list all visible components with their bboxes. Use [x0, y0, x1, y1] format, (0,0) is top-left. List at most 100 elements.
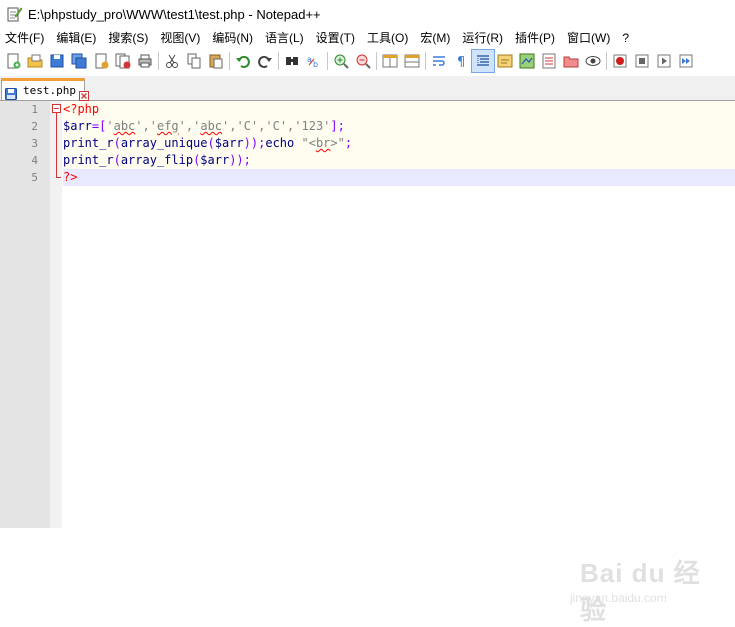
- toolbar-separator: [229, 52, 230, 70]
- line-number: 5: [31, 171, 38, 184]
- record-macro-icon[interactable]: [609, 50, 631, 72]
- line-number: 1: [31, 103, 38, 116]
- notepad-app-icon: [6, 6, 23, 22]
- show-all-chars-icon[interactable]: ¶: [450, 50, 472, 72]
- toolbar: a b ¶: [0, 48, 735, 74]
- code-token: ','C','C','123': [222, 119, 331, 133]
- undo-icon[interactable]: [232, 50, 254, 72]
- monitoring-icon[interactable]: [582, 50, 604, 72]
- code-token: ;: [344, 136, 353, 150]
- code-token: ': [106, 119, 114, 133]
- menu-item[interactable]: 视图(V): [155, 28, 207, 48]
- menu-item[interactable]: ?: [617, 28, 636, 48]
- code-token: abc: [113, 119, 136, 133]
- word-wrap-icon[interactable]: [428, 50, 450, 72]
- close-icon[interactable]: [90, 50, 112, 72]
- code-token: (: [207, 136, 215, 150]
- open-file-icon[interactable]: [24, 50, 46, 72]
- zoom-in-icon[interactable]: [330, 50, 352, 72]
- code-token: <?php: [63, 102, 100, 116]
- menu-item[interactable]: 运行(R): [457, 28, 510, 48]
- code-line[interactable]: $arr=['abc','efg','abc','C','C','123'];: [63, 118, 735, 135]
- code-token: efg: [156, 119, 179, 133]
- redo-icon[interactable]: [254, 50, 276, 72]
- menu-item[interactable]: 编码(N): [207, 28, 260, 48]
- watermark-main-text: Bai du 经验: [580, 558, 701, 625]
- sync-vertical-icon[interactable]: [379, 50, 401, 72]
- menu-item[interactable]: 宏(M): [415, 28, 457, 48]
- code-token: $arr: [200, 153, 230, 167]
- code-token: print_r: [63, 153, 114, 167]
- play-macro-icon[interactable]: [653, 50, 675, 72]
- code-token: ));: [229, 153, 251, 167]
- tab-close-icon[interactable]: [78, 86, 89, 101]
- menu-item[interactable]: 窗口(W): [562, 28, 617, 48]
- watermark-sub-text: jingyan.baidu.com: [570, 591, 667, 605]
- cut-icon[interactable]: [161, 50, 183, 72]
- svg-text:¶: ¶: [457, 55, 465, 70]
- menu-item[interactable]: 插件(P): [510, 28, 562, 48]
- code-token: $arr: [63, 119, 92, 133]
- fold-line: [56, 113, 57, 177]
- menu-item[interactable]: 搜索(S): [103, 28, 155, 48]
- line-number: 4: [31, 154, 38, 167]
- tab-bar: test.php: [0, 76, 735, 101]
- document-map-icon[interactable]: [516, 50, 538, 72]
- menu-item[interactable]: 设置(T): [311, 28, 362, 48]
- editor-area[interactable]: 12345 <?php $arr=['abc','efg','abc','C','…: [0, 101, 735, 625]
- folder-workspace-icon[interactable]: [560, 50, 582, 72]
- code-token: ',': [178, 119, 201, 133]
- run-macro-multiple-icon[interactable]: [675, 50, 697, 72]
- menu-item[interactable]: 语言(L): [260, 28, 311, 48]
- close-all-icon[interactable]: [112, 50, 134, 72]
- toolbar-separator: [376, 52, 377, 70]
- find-icon[interactable]: [281, 50, 303, 72]
- save-all-icon[interactable]: [68, 50, 90, 72]
- save-icon[interactable]: [46, 50, 68, 72]
- line-number: 3: [31, 137, 38, 150]
- menu-item[interactable]: 编辑(E): [51, 28, 103, 48]
- code-token: array_flip: [120, 153, 194, 167]
- toolbar-separator: [327, 52, 328, 70]
- baidu-watermark: Bai du 经验 jingyan.baidu.com: [560, 551, 720, 625]
- toolbar-separator: [158, 52, 159, 70]
- menu-item[interactable]: 文件(F): [0, 28, 51, 48]
- code-token: abc: [200, 119, 223, 133]
- code-token: ));: [243, 136, 266, 150]
- code-token: "<: [294, 136, 316, 150]
- zoom-out-icon[interactable]: [352, 50, 374, 72]
- line-number-gutter: 1 2 3 4 5: [0, 101, 50, 528]
- fold-toggle-icon[interactable]: [52, 104, 61, 113]
- menu-item[interactable]: 工具(O): [362, 28, 415, 48]
- code-token: array_unique: [120, 136, 208, 150]
- code-token: >": [330, 136, 345, 150]
- tab-label: test.php: [23, 84, 76, 97]
- code-token: ',': [135, 119, 157, 133]
- user-language-icon[interactable]: [494, 50, 516, 72]
- title-bar: E:\phpstudy_pro\WWW\test1\test.php - Not…: [0, 0, 735, 28]
- line-number: 2: [31, 120, 38, 133]
- code-line[interactable]: print_r(array_flip($arr));: [63, 152, 735, 169]
- stop-record-icon[interactable]: [631, 50, 653, 72]
- code-token: print_r: [63, 136, 114, 150]
- svg-text:b: b: [313, 60, 318, 69]
- code-line[interactable]: print_r(array_unique($arr));echo "<br>";: [63, 135, 735, 152]
- code-token: (: [113, 136, 121, 150]
- code-token: ];: [330, 119, 345, 133]
- print-icon[interactable]: [134, 50, 156, 72]
- code-token: $arr: [214, 136, 244, 150]
- code-token: (: [113, 153, 121, 167]
- code-token: br: [315, 136, 331, 150]
- copy-icon[interactable]: [183, 50, 205, 72]
- replace-icon[interactable]: ab: [303, 50, 325, 72]
- paste-icon[interactable]: [205, 50, 227, 72]
- function-list-icon[interactable]: [538, 50, 560, 72]
- fold-end-marker: [56, 177, 61, 178]
- code-line[interactable]: ?>: [63, 169, 735, 186]
- toolbar-separator: [606, 52, 607, 70]
- indent-guide-icon[interactable]: [471, 49, 495, 73]
- new-file-icon[interactable]: [2, 50, 24, 72]
- sync-horizontal-icon[interactable]: [401, 50, 423, 72]
- code-line[interactable]: <?php: [63, 101, 735, 118]
- tab-test-php[interactable]: test.php: [1, 78, 89, 101]
